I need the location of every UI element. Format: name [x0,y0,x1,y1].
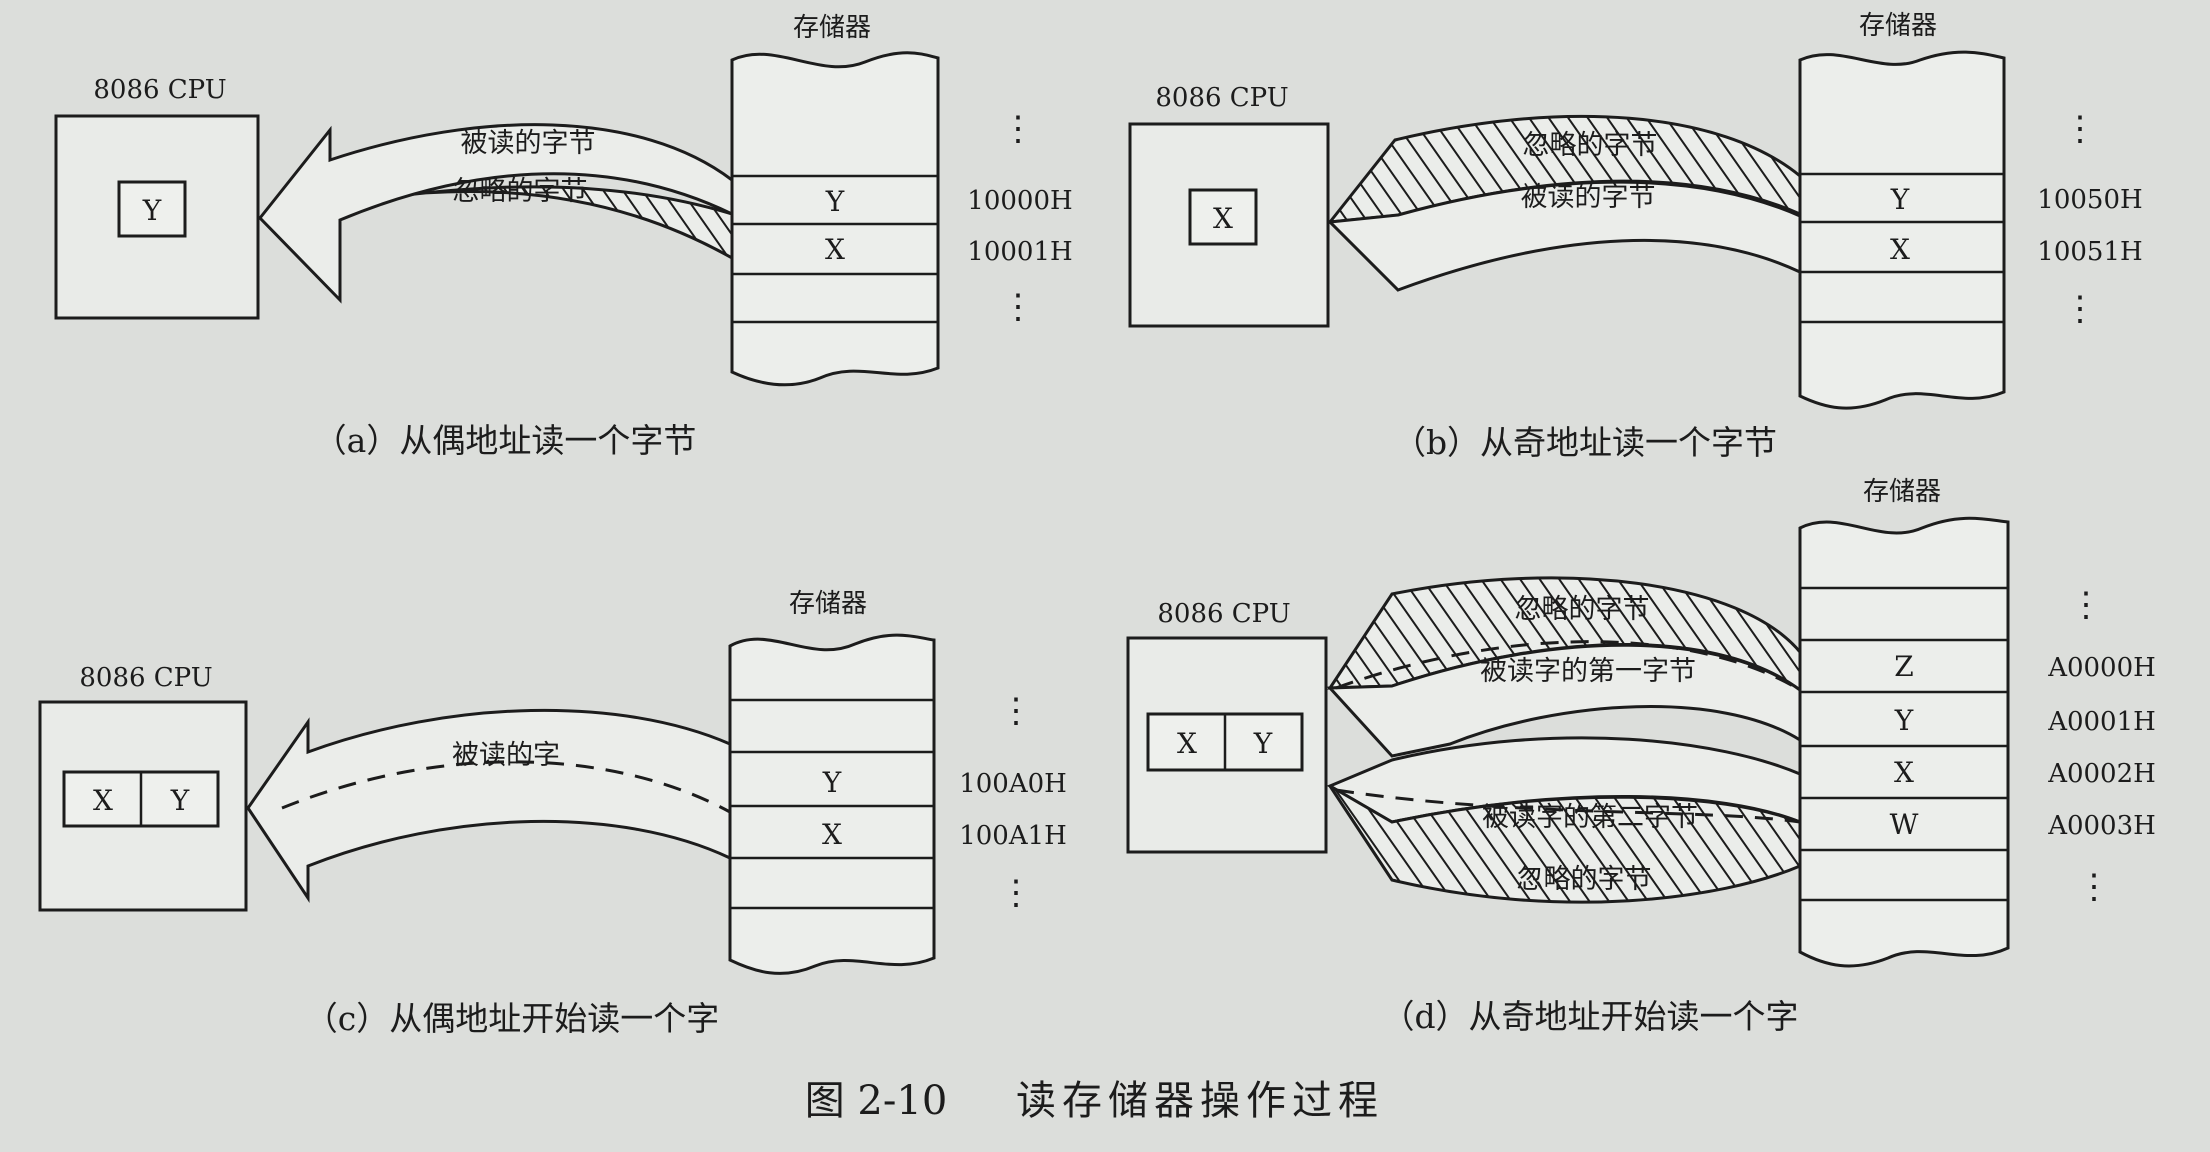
read-word-label: 被读的字 [452,740,560,771]
address-label: 100A1H [959,821,1067,851]
first-byte-label: 被读字的第一字节 [1480,656,1696,687]
ellipsis: ⋮ [2063,289,2097,329]
read-byte-label: 被读的字节 [461,128,596,159]
ellipsis: ⋮ [999,873,1033,913]
cpu-label: 8086 CPU [1157,599,1290,629]
ellipsis: ⋮ [2063,109,2097,149]
memory-label: 存储器 [793,13,871,43]
memory-cell: Z [1894,650,1913,683]
ignored-top-label: 忽略的字节 [1515,594,1650,625]
memory-cell: W [1890,808,1919,841]
panel-b: 8086 CPU X 忽略的字节 被读的字节 存储器 Y X ⋮ 10050H … [1128,11,2143,462]
address-label: A0000H [2047,653,2156,683]
panel-caption: （b）从奇地址读一个字节 [1393,423,1777,462]
ellipsis: ⋮ [1001,109,1035,149]
panel-caption: （d）从奇地址开始读一个字 [1381,997,1798,1036]
figure-title: 读存储器操作过程 [1016,1078,1384,1124]
ignored-byte-label: 忽略的字节 [1523,130,1658,161]
register-value-left: X [93,784,113,817]
cpu-label: 8086 CPU [1155,83,1288,113]
register-value-right: Y [1253,727,1273,760]
address-label: A0003H [2047,811,2156,841]
memory-cell: Y [825,185,845,218]
panel-a: 8086 CPU Y 被读的字节 忽略的字节 存储器 Y X ⋮ 10000H … [54,13,1073,460]
memory-cell: Y [1894,704,1914,737]
ellipsis: ⋮ [1001,287,1035,327]
memory-column [1798,50,2006,410]
register-value-right: Y [170,784,190,817]
memory-label: 存储器 [1859,11,1937,41]
memory-column [730,51,940,387]
panel-caption: （a）从偶地址读一个字节 [314,421,697,460]
ellipsis: ⋮ [2069,585,2103,625]
memory-label: 存储器 [789,589,867,619]
ellipsis: ⋮ [2077,867,2111,907]
address-label: A0002H [2047,759,2156,789]
cpu-label: 8086 CPU [93,75,226,105]
address-label: 10050H [2037,185,2142,215]
address-label: A0001H [2047,707,2156,737]
figure-caption: 图 2-10 读存储器操作过程 [805,1078,1384,1124]
ignored-byte-label: 忽略的字节 [453,176,588,207]
address-label: 10051H [2037,237,2142,267]
cpu-label: 8086 CPU [79,663,212,693]
figure-number: 图 2-10 [805,1078,948,1124]
address-label: 10001H [967,237,1072,267]
register-value-left: X [1177,727,1197,760]
read-word-arrow [246,708,732,903]
address-label: 10000H [967,186,1072,216]
panel-c: 8086 CPU X Y 被读的字 存储器 Y X ⋮ 100A0H 100A1… [38,589,1067,1038]
memory-cell: X [825,233,845,266]
figure-2-10: 8086 CPU Y 被读的字节 忽略的字节 存储器 Y X ⋮ 10000H … [0,0,2210,1152]
memory-cell: X [1890,233,1910,266]
panel-caption: （c）从偶地址开始读一个字 [305,999,719,1038]
ellipsis: ⋮ [999,691,1033,731]
memory-cell: X [822,818,842,851]
memory-cell: X [1894,756,1914,789]
ignored-bottom-label: 忽略的字节 [1517,864,1652,895]
second-byte-label: 被读字的第二字节 [1482,802,1698,833]
register-value: X [1213,202,1233,235]
panel-d: 8086 CPU X Y 忽略的字节 被读字的第一字节 被读字的第二字节 忽略的… [1126,477,2156,1036]
memory-column [728,633,936,975]
register-value: Y [142,194,162,227]
memory-label: 存储器 [1863,477,1941,507]
read-byte-label: 被读的字节 [1521,182,1656,213]
diagram-canvas: 8086 CPU Y 被读的字节 忽略的字节 存储器 Y X ⋮ 10000H … [38,11,2156,1124]
address-label: 100A0H [959,769,1067,799]
memory-cell: Y [1890,183,1910,216]
memory-cell: Y [822,766,842,799]
